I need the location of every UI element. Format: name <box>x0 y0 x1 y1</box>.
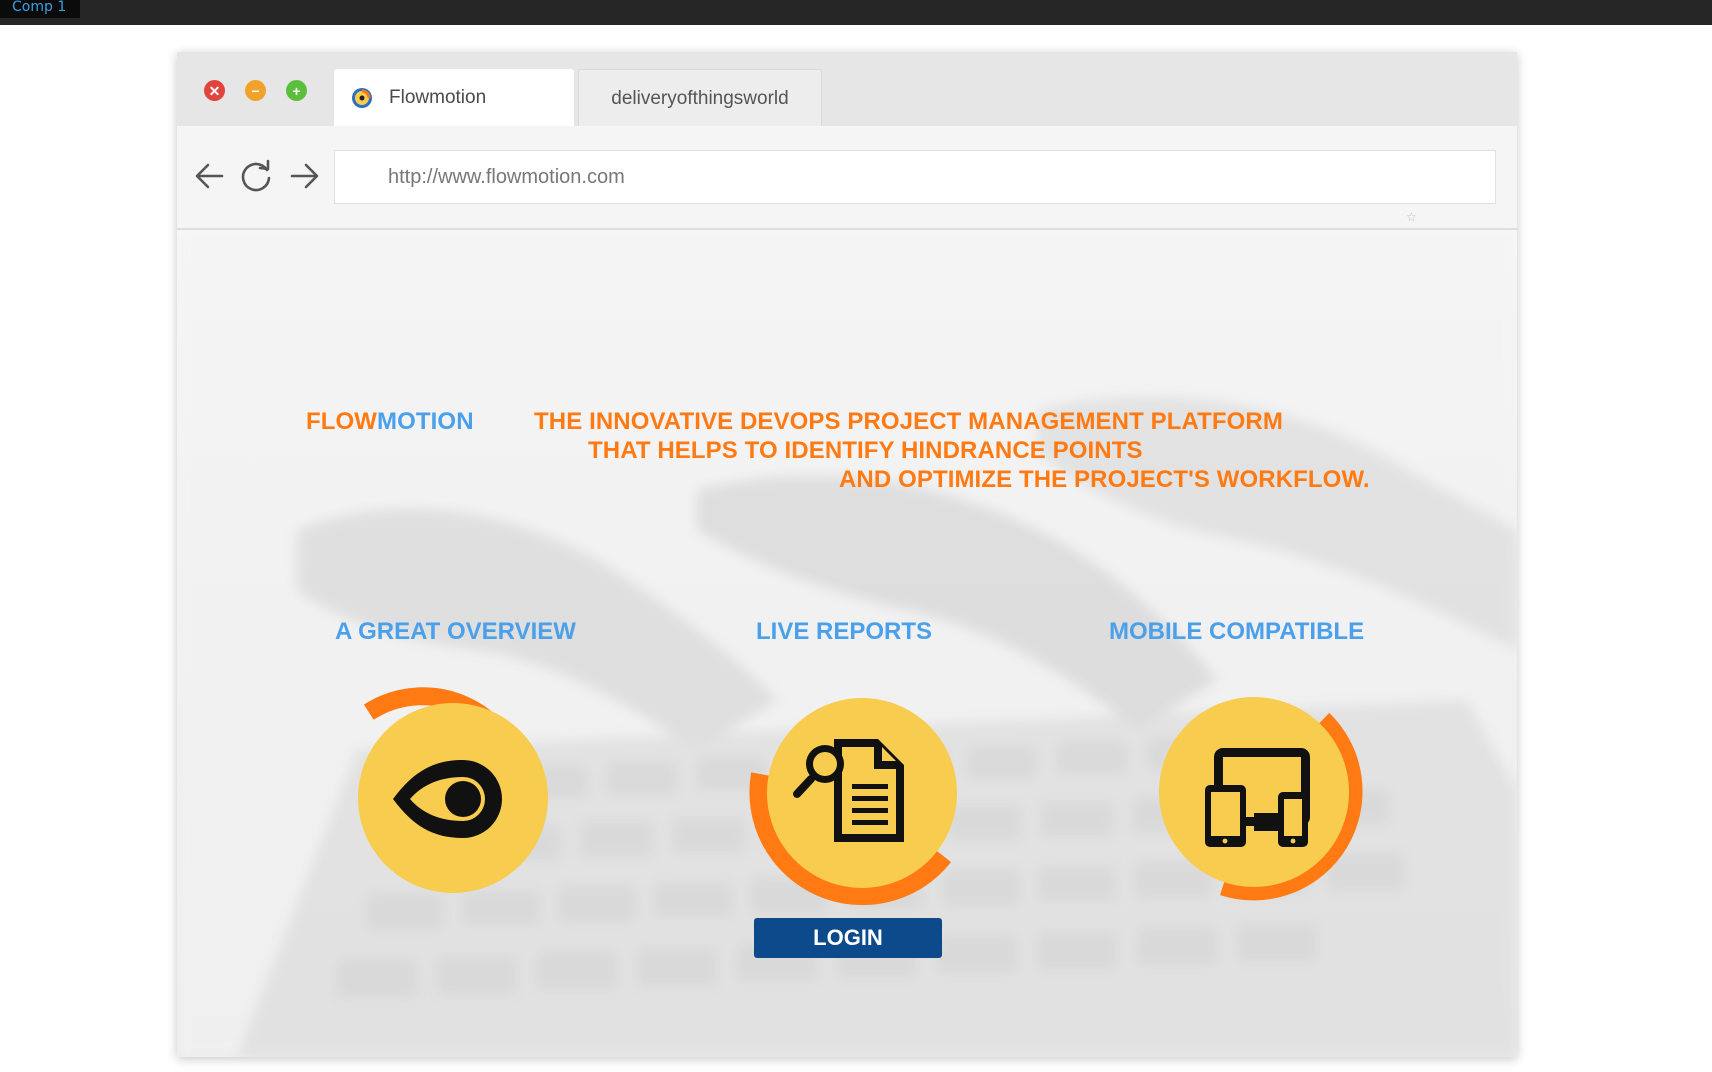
feature-circle-reports <box>749 698 957 906</box>
browser-window: ✕ − + Flowmotion deliveryofthingsworld h… <box>177 52 1517 1057</box>
login-button[interactable]: LOGIN <box>754 918 942 958</box>
maximize-window-button[interactable]: + <box>286 80 307 101</box>
browser-toolbar: http://www.flowmotion.com ☆ <box>177 126 1517 230</box>
reload-icon[interactable] <box>238 158 274 194</box>
tab-strip: ✕ − + Flowmotion deliveryofthingsworld <box>177 52 1517 127</box>
minimize-window-button[interactable]: − <box>245 80 266 101</box>
flowmotion-favicon-icon <box>352 87 372 108</box>
brand-flow: FLOW <box>306 408 378 435</box>
editor-top-bar: Comp 1 <box>0 0 1712 25</box>
bookmark-star-icon[interactable]: ☆ <box>1406 210 1417 224</box>
tab-label: deliveryofthingsworld <box>611 87 789 109</box>
feature-title-mobile: MOBILE COMPATIBLE <box>1109 618 1365 645</box>
address-bar[interactable]: http://www.flowmotion.com <box>334 150 1496 204</box>
page-content: FLOWMOTION THE INNOVATIVE DEVOPS PROJECT… <box>177 230 1517 1057</box>
feature-circle-mobile <box>1159 697 1363 901</box>
tab-flowmotion[interactable]: Flowmotion <box>334 69 574 126</box>
hero-brand: FLOWMOTION <box>306 408 474 436</box>
hero-line-2: THAT HELPS TO IDENTIFY HINDRANCE POINTS <box>588 437 1143 464</box>
comp-tab[interactable]: Comp 1 <box>0 0 81 18</box>
arrow-left-icon[interactable] <box>192 158 228 194</box>
brand-motion: MOTION <box>377 408 474 435</box>
hero-line-1: THE INNOVATIVE DEVOPS PROJECT MANAGEMENT… <box>534 408 1283 435</box>
hero-line-3: AND OPTIMIZE THE PROJECT'S WORKFLOW. <box>839 466 1370 493</box>
feature-title-overview: A GREAT OVERVIEW <box>335 618 576 645</box>
tab-deliveryofthingsworld[interactable]: deliveryofthingsworld <box>578 69 822 127</box>
feature-circle-overview <box>358 687 548 893</box>
address-url: http://www.flowmotion.com <box>388 165 625 188</box>
tab-label: Flowmotion <box>389 86 487 108</box>
close-window-button[interactable]: ✕ <box>204 80 225 101</box>
feature-title-reports: LIVE REPORTS <box>756 618 933 645</box>
arrow-right-icon[interactable] <box>286 158 322 194</box>
